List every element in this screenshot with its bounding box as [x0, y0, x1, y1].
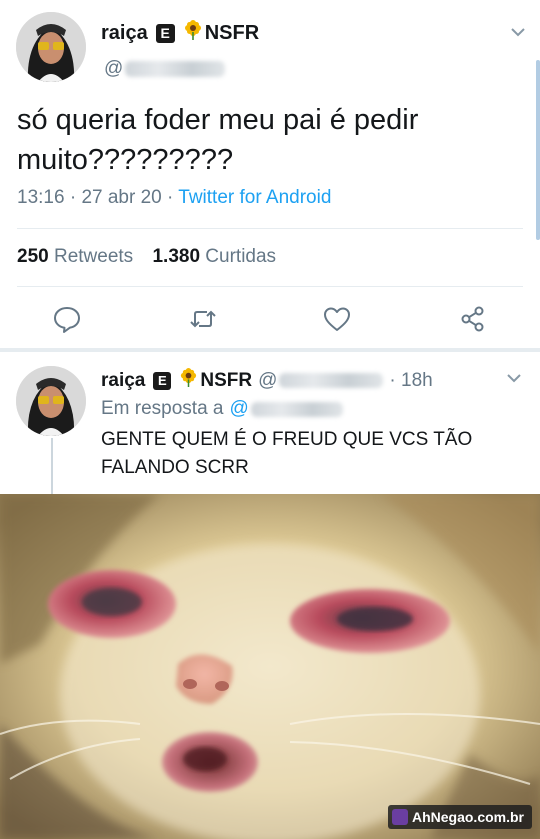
e-badge: E — [155, 23, 175, 43]
divider — [17, 286, 523, 287]
handle-redacted — [279, 373, 384, 388]
tweet-photo[interactable]: AhNegao.com.br — [0, 494, 540, 839]
share-icon — [461, 306, 484, 332]
retweets-stat[interactable]: 250 Retweets — [17, 246, 133, 267]
reply-icon — [54, 307, 80, 333]
reply-to: Em resposta a @ — [101, 398, 343, 420]
crying-cat-image — [0, 494, 540, 839]
likes-stat[interactable]: 1.380 Curtidas — [152, 246, 276, 267]
likes-label: Curtidas — [205, 246, 277, 267]
tweet-time[interactable]: 13:16 — [17, 187, 65, 208]
handle-row[interactable]: @ — [104, 58, 226, 80]
display-name[interactable]: raiça — [101, 22, 148, 45]
reply-to-at[interactable]: @ — [230, 398, 249, 420]
scrollbar[interactable] — [536, 60, 540, 240]
handle-redacted — [125, 61, 226, 77]
chevron-down-icon[interactable] — [506, 372, 522, 384]
avatar[interactable] — [16, 366, 86, 436]
avatar-image — [16, 12, 86, 82]
name-suffix: NSFR — [204, 21, 260, 44]
tweet-text: só queria foder meu pai é pedir muito???… — [17, 104, 419, 176]
share-button[interactable] — [458, 304, 488, 334]
tweet-age: · 18h — [389, 369, 433, 391]
thread-line — [51, 438, 53, 494]
handle-at: @ — [104, 58, 124, 79]
display-name[interactable]: raiça — [101, 370, 145, 392]
retweet-button[interactable] — [188, 304, 218, 334]
name-suffix: NSFR — [200, 369, 253, 391]
chevron-down-icon[interactable] — [510, 26, 526, 38]
avatar-image — [16, 366, 86, 436]
watermark-text: AhNegao.com.br — [411, 809, 524, 825]
sunflower-icon — [183, 20, 203, 46]
author-name-row[interactable]: raiça E NSFR — [101, 20, 259, 46]
sunflower-icon — [179, 368, 198, 393]
reply-to-label: Em resposta a — [101, 398, 224, 419]
like-button[interactable] — [322, 304, 352, 334]
avatar[interactable] — [16, 12, 86, 82]
action-bar — [0, 300, 540, 340]
tweet-source[interactable]: Twitter for Android — [178, 187, 331, 208]
ahnegao-logo-icon — [391, 809, 408, 825]
e-badge: E — [153, 371, 172, 390]
watermark: AhNegao.com.br — [387, 805, 532, 829]
retweets-count: 250 — [17, 246, 49, 267]
retweet-icon — [190, 310, 216, 328]
retweets-label: Retweets — [53, 246, 134, 267]
main-tweet: raiça E NSFR @ só queria foder meu pai é… — [0, 0, 540, 350]
divider — [17, 228, 523, 229]
tweet-meta: 13:16 · 27 abr 20 · Twitter for Android — [17, 187, 332, 208]
tweet-text: GENTE QUEM É O FREUD QUE VCS TÃO FALANDO… — [101, 429, 473, 478]
author-name-row[interactable]: raiça E NSFR @ · 18h — [101, 368, 433, 393]
likes-count: 1.380 — [152, 246, 201, 267]
reply-to-handle-redacted — [250, 401, 343, 417]
tweet-date[interactable]: 27 abr 20 — [81, 187, 161, 208]
tweet-stats: 250 Retweets 1.380 Curtidas — [17, 246, 276, 268]
heart-icon — [324, 307, 350, 331]
reply-tweet: raiça E NSFR @ · 18h Em resposta a @ GEN… — [0, 352, 540, 494]
handle-at: @ — [258, 369, 278, 391]
reply-button[interactable] — [52, 304, 82, 334]
